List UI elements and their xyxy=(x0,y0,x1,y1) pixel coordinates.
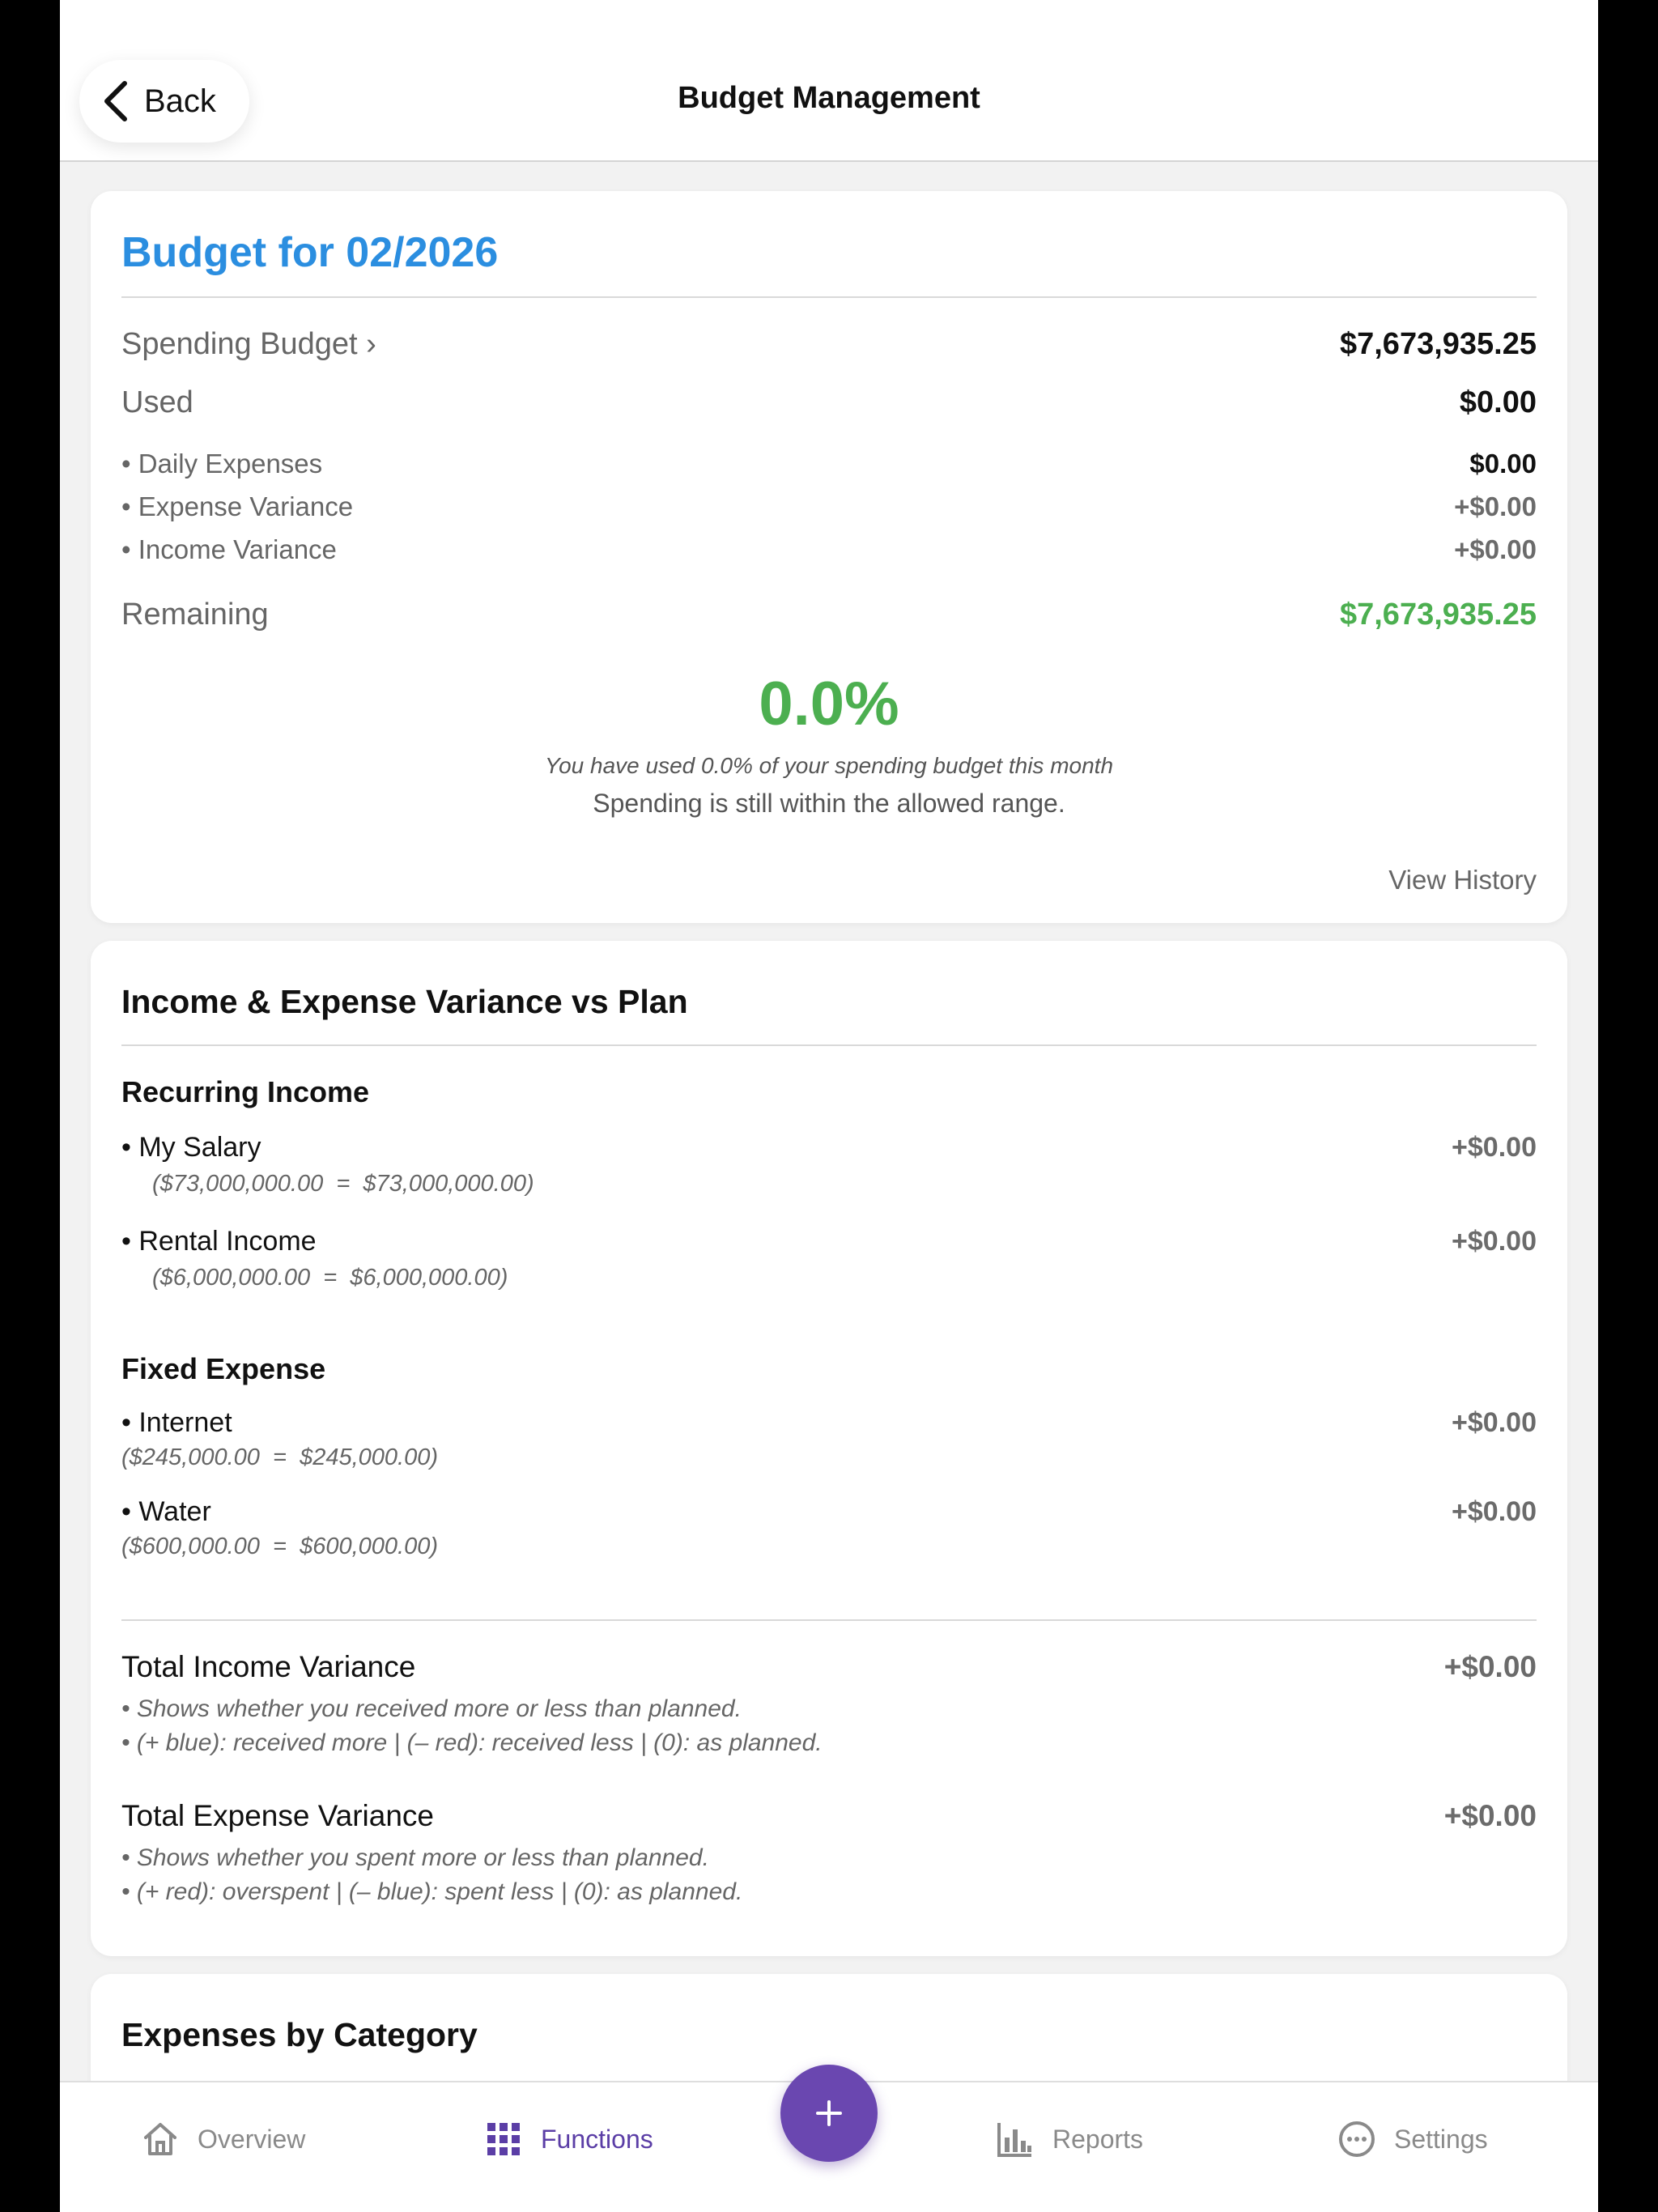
total-expense-variance-label: Total Expense Variance xyxy=(121,1799,434,1832)
divider xyxy=(121,296,1537,298)
home-icon xyxy=(144,2123,176,2155)
daily-expenses-value: $0.00 xyxy=(1469,449,1537,479)
variance-title: Income & Expense Variance vs Plan xyxy=(121,983,688,1020)
daily-expenses-label: • Daily Expenses xyxy=(121,449,323,479)
internet-formula: ($245,000.00 = $245,000.00) xyxy=(121,1444,439,1470)
water-name: • Water xyxy=(121,1496,211,1527)
tab-overview[interactable]: Overview xyxy=(141,2115,305,2163)
tab-functions[interactable]: Functions xyxy=(484,2115,653,2163)
total-income-variance-value: +$0.00 xyxy=(1443,1650,1537,1683)
expense-variance-value: +$0.00 xyxy=(1454,491,1537,521)
recurring-income-title: Recurring Income xyxy=(121,1075,370,1108)
view-history-link[interactable]: View History xyxy=(1388,865,1537,895)
total-expense-note-2: • (+ red): overspent | (– blue): spent l… xyxy=(121,1878,743,1905)
header: Back Budget Management xyxy=(60,0,1598,162)
remaining-label: Remaining xyxy=(121,598,269,632)
salary-name: • My Salary xyxy=(121,1132,261,1163)
expense-variance-label: • Expense Variance xyxy=(121,491,354,521)
spending-budget-value: $7,673,935.25 xyxy=(1339,327,1537,361)
variance-card: Income & Expense Variance vs Plan Recurr… xyxy=(91,941,1567,1956)
salary-formula: ($73,000,000.00 = $73,000,000.00) xyxy=(152,1171,534,1197)
expenses-by-category-title: Expenses by Category xyxy=(121,2016,478,2053)
status-text: Spending is still within the allowed ran… xyxy=(593,789,1065,818)
remaining-value: $7,673,935.25 xyxy=(1339,598,1537,632)
used-label: Used xyxy=(121,385,193,419)
scroll-content[interactable]: Budget for 02/2026 Spending Budget › $7,… xyxy=(60,164,1598,2081)
budget-summary-card: Budget for 02/2026 Spending Budget › $7,… xyxy=(91,191,1567,923)
rental-income-value: +$0.00 xyxy=(1452,1226,1537,1257)
plus-icon xyxy=(816,2100,842,2126)
internet-value: +$0.00 xyxy=(1452,1407,1537,1438)
used-value: $0.00 xyxy=(1459,385,1537,419)
divider xyxy=(121,1619,1537,1621)
spending-budget-link[interactable]: Spending Budget › xyxy=(121,327,376,362)
salary-value: +$0.00 xyxy=(1452,1132,1537,1163)
usage-caption: You have used 0.0% of your spending budg… xyxy=(544,753,1114,778)
water-value: +$0.00 xyxy=(1452,1496,1537,1527)
usage-percent: 0.0% xyxy=(759,670,899,738)
app-window: Back Budget Management Budget for 02/202… xyxy=(60,0,1598,2212)
bar-chart-icon xyxy=(997,2123,1031,2157)
water-formula: ($600,000.00 = $600,000.00) xyxy=(121,1534,439,1559)
tab-overview-label: Overview xyxy=(198,2124,306,2154)
total-expense-variance-value: +$0.00 xyxy=(1443,1799,1537,1832)
internet-name: • Internet xyxy=(121,1407,232,1438)
total-income-note-2: • (+ blue): received more | (– red): rec… xyxy=(121,1729,823,1756)
tab-settings[interactable]: Settings xyxy=(1337,2115,1488,2163)
tab-functions-label: Functions xyxy=(541,2124,653,2154)
tab-reports[interactable]: Reports xyxy=(996,2115,1143,2163)
grid-icon xyxy=(487,2123,520,2155)
tab-reports-label: Reports xyxy=(1052,2124,1144,2154)
rental-income-formula: ($6,000,000.00 = $6,000,000.00) xyxy=(152,1265,508,1291)
total-income-variance-label: Total Income Variance xyxy=(121,1650,416,1683)
tab-settings-label: Settings xyxy=(1394,2124,1488,2154)
fixed-expense-title: Fixed Expense xyxy=(121,1352,326,1385)
total-expense-note-1: • Shows whether you spent more or less t… xyxy=(121,1844,709,1871)
income-variance-value: +$0.00 xyxy=(1454,534,1537,564)
add-button[interactable] xyxy=(780,2065,878,2162)
total-income-note-1: • Shows whether you received more or les… xyxy=(121,1695,742,1722)
budget-title: Budget for 02/2026 xyxy=(121,229,499,276)
income-variance-label: • Income Variance xyxy=(121,534,337,564)
more-circle-icon xyxy=(1339,2121,1375,2157)
divider xyxy=(121,1044,1537,1046)
page-title: Budget Management xyxy=(678,81,980,115)
rental-income-name: • Rental Income xyxy=(121,1226,317,1257)
